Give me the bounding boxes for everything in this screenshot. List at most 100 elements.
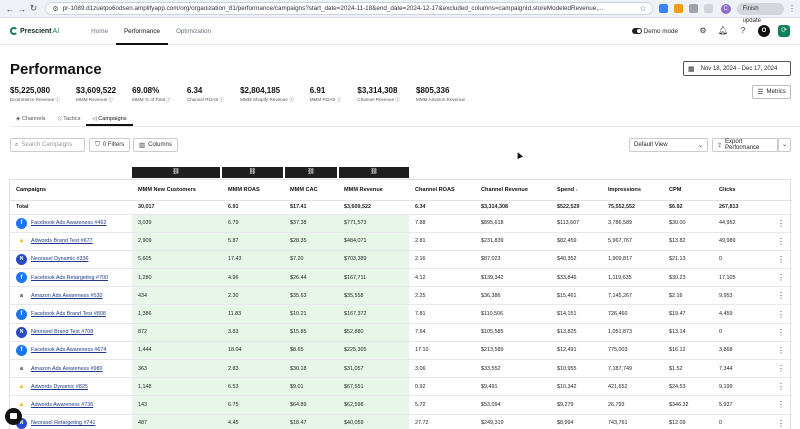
table-row[interactable]: f Facebook Ads Awareness #462 3,039 6.79 $37…: [10, 214, 792, 233]
table-row[interactable]: ▲ Adwords Brand Test #677 2,909 5.87 $28.35 $…: [10, 232, 792, 251]
row-menu-icon[interactable]: ⋮: [770, 414, 792, 429]
table-cell: $139,342: [475, 268, 551, 288]
total-cell: 75,552,552: [602, 200, 663, 215]
table-cell: $213,589: [475, 341, 551, 361]
search-campaigns-input[interactable]: ⌕ Search Campaigns: [10, 138, 85, 152]
col-channel-revenue[interactable]: Channel Revenue: [475, 180, 551, 201]
row-menu-icon[interactable]: ⋮: [770, 323, 792, 342]
table-row[interactable]: f Facebook Ads Brand Test #808 1,386 11.83 $…: [10, 304, 792, 324]
row-menu-icon[interactable]: ⋮: [770, 341, 792, 361]
view-select[interactable]: Default View ⌄: [629, 138, 708, 152]
table-row[interactable]: ▲ Adwords Dynamic #825 1,148 6.53 $9.01 $67,5…: [10, 377, 792, 397]
row-menu-icon[interactable]: ⋮: [770, 286, 792, 306]
help-icon[interactable]: ?: [738, 26, 748, 36]
group-header-mmm-link-icon[interactable]: ⛓: [339, 167, 409, 178]
campaign-link[interactable]: Amazon Ads Awareness #980: [31, 366, 103, 372]
sidepanel-icon[interactable]: [703, 4, 713, 13]
table-row[interactable]: a Amazon Ads Awareness #530 434 2.30 $35.63 $…: [10, 286, 792, 306]
bell-icon[interactable]: 🔔︎: [718, 26, 728, 36]
extension-icon[interactable]: [659, 4, 669, 13]
campaign-link[interactable]: Neoraxel Brand Test #708: [31, 329, 93, 335]
col-campaigns[interactable]: Campaigns: [10, 180, 132, 201]
group-header-mmm-link-icon[interactable]: ⛓: [132, 167, 220, 178]
nav-home[interactable]: Home: [83, 18, 116, 45]
campaign-link[interactable]: Adwords Dynamic #825: [31, 384, 88, 390]
campaign-link[interactable]: Facebook Ads Retargeting #700: [31, 275, 108, 281]
nav-performance[interactable]: Performance: [115, 18, 169, 45]
filters-button[interactable]: ⛉ 0 Filters: [89, 138, 131, 152]
back-icon[interactable]: ←: [4, 4, 16, 14]
reload-icon[interactable]: ↻: [28, 3, 40, 14]
settings-gear-icon[interactable]: ⚙: [698, 26, 708, 36]
row-menu-icon[interactable]: ⋮: [770, 304, 792, 324]
table-cell: 7.88: [409, 214, 475, 233]
address-bar[interactable]: ⚙ pr-1089.d1zuetpo6odsen.amplifyapp.com/…: [45, 2, 654, 15]
table-row[interactable]: N Neoraxel Dynamic #336 5,605 17.43 $7.20 $70…: [10, 250, 792, 270]
row-menu-icon[interactable]: ⋮: [770, 250, 792, 270]
nav-optimization[interactable]: Optimization: [168, 18, 219, 45]
campaign-link[interactable]: Neoraxel Dynamic #336: [31, 256, 89, 262]
table-cell: 421,652: [602, 377, 663, 397]
export-performance-button[interactable]: ⇪ Export Performance: [712, 138, 778, 152]
campaign-link[interactable]: Adwords Awareness #736: [31, 402, 93, 408]
date-range-picker[interactable]: ▦ Nov 18, 2024 - Dec 17, 2024: [683, 61, 791, 76]
site-settings-icon[interactable]: ⚙: [52, 5, 58, 13]
col-channel-roas[interactable]: Channel ROAS: [409, 180, 475, 201]
row-menu-icon[interactable]: ⋮: [770, 268, 792, 288]
table-cell: $33,846: [551, 268, 602, 288]
group-header-mmm-link-icon[interactable]: ⛓: [222, 167, 283, 178]
filter-icon: ⛉: [95, 141, 100, 148]
table-row[interactable]: ▲ Adwords Awareness #736 143 6.75 $64.89 $62,…: [10, 395, 792, 415]
col-mmm-cac[interactable]: MMM CAC: [284, 180, 338, 201]
table-row[interactable]: f Facebook Ads Awareness #674 1,444 18.04 $8…: [10, 341, 792, 361]
table-row[interactable]: a Amazon Ads Awareness #980 363 2.83 $30.18 $…: [10, 359, 792, 379]
table-cell: $105,585: [475, 323, 551, 342]
profile-avatar[interactable]: C: [720, 3, 731, 14]
table-row[interactable]: N Neoraxel Brand Test #708 872 3.83 $15.85 $5…: [10, 323, 792, 342]
table-row[interactable]: N Neoraxel Retargeting #741 487 4.45 $18.47 $…: [10, 414, 792, 429]
col-impressions[interactable]: Impressions: [602, 180, 663, 201]
finish-update-button[interactable]: Finish update: [736, 2, 784, 24]
logo[interactable]: Prescient AI: [10, 27, 59, 35]
col-spend[interactable]: Spend ↓: [551, 180, 602, 201]
table-cell: 2.25: [409, 286, 475, 306]
columns-button[interactable]: ▥ Columns: [133, 138, 178, 152]
col-mmm-new-customers[interactable]: MMM New Customers: [132, 180, 222, 201]
campaign-link[interactable]: Adwords Brand Test #677: [31, 238, 93, 244]
campaign-cell: f Facebook Ads Awareness #462: [10, 214, 132, 233]
table-row[interactable]: f Facebook Ads Retargeting #700 1,280 4.96 $…: [10, 268, 792, 288]
kpi-mmm-amazon-revenue: $805,336 MMM Amazon Revenue: [416, 86, 465, 103]
tab-tactics[interactable]: ◇ Tactics: [52, 113, 87, 126]
row-menu-icon[interactable]: ⋮: [770, 232, 792, 251]
campaign-link[interactable]: Amazon Ads Awareness #530: [31, 293, 103, 299]
quick-action-button[interactable]: ⟳: [778, 25, 790, 37]
tab-campaigns[interactable]: ◁ Campaigns: [86, 113, 133, 126]
col-cpm[interactable]: CPM: [663, 180, 713, 201]
row-menu-icon[interactable]: ⋮: [770, 377, 792, 397]
extension-icon[interactable]: [674, 4, 684, 13]
bookmark-star-icon[interactable]: ☆: [639, 4, 646, 13]
row-menu-icon[interactable]: ⋮: [770, 359, 792, 379]
row-menu-icon[interactable]: ⋮: [770, 395, 792, 415]
extensions-puzzle-icon[interactable]: [689, 4, 698, 13]
demo-mode-toggle[interactable]: [631, 28, 642, 34]
campaign-link[interactable]: Facebook Ads Brand Test #808: [31, 311, 106, 317]
table-cell: $484,071: [338, 232, 409, 251]
group-header-mmm-link-icon[interactable]: ⛓: [285, 167, 337, 178]
forward-icon[interactable]: →: [16, 4, 28, 14]
col-mmm-roas[interactable]: MMM ROAS: [222, 180, 284, 201]
row-menu-icon[interactable]: ⋮: [770, 214, 792, 233]
campaign-link[interactable]: Neoraxel Retargeting #741: [31, 420, 95, 426]
campaign-link[interactable]: Facebook Ads Awareness #674: [31, 347, 106, 353]
table-cell: $13.14: [663, 323, 713, 342]
browser-menu-icon[interactable]: ⋮: [788, 4, 796, 13]
campaign-link[interactable]: Facebook Ads Awareness #462: [31, 220, 106, 226]
col-clicks[interactable]: Clicks: [713, 180, 770, 201]
chat-widget-button[interactable]: [5, 408, 22, 425]
metrics-button[interactable]: ☰ Metrics: [752, 85, 791, 99]
table-cell: $14,151: [551, 304, 602, 324]
tab-channels[interactable]: ◈ Channels: [10, 113, 52, 126]
col-mmm-revenue[interactable]: MMM Revenue: [338, 180, 409, 201]
user-avatar[interactable]: O: [758, 25, 770, 37]
export-menu-chevron-icon[interactable]: ⌄: [778, 138, 791, 152]
